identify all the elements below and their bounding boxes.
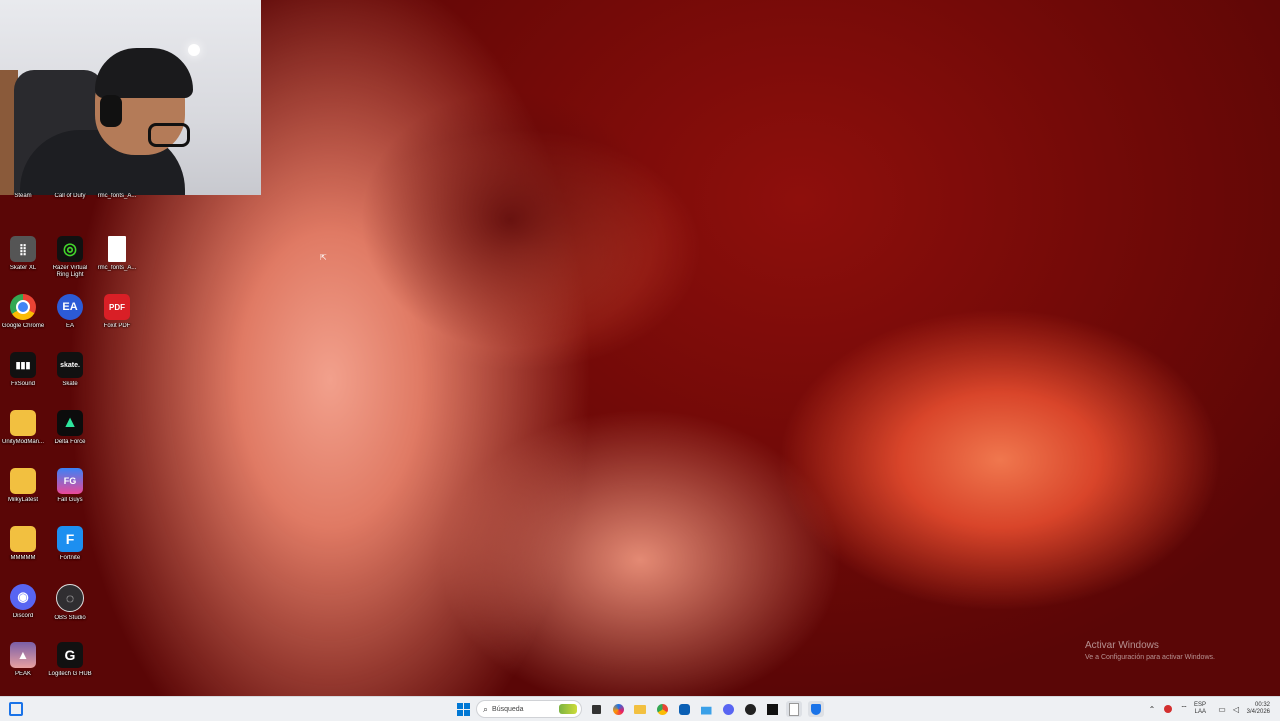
fortnite-icon: F xyxy=(57,526,83,552)
icon-label: Call of Duty xyxy=(54,193,86,199)
icon-label: Discord xyxy=(12,613,34,619)
icon-label: Logitech G HUB xyxy=(48,671,92,677)
ea-icon: EA xyxy=(57,294,83,320)
icon-label: rmc_fonts_A... xyxy=(97,265,137,271)
keyboard-layout: LAA xyxy=(1194,709,1207,715)
icon-label: Skate xyxy=(62,381,78,387)
discord-icon: ◉ xyxy=(10,584,36,610)
desktop-icon-milkylatest[interactable]: MilkyLatest xyxy=(0,468,46,524)
headset xyxy=(100,95,122,127)
icon-label: EA xyxy=(65,323,74,329)
icon-label: Foxit PDF xyxy=(103,323,131,329)
watermark-title: Activar Windows xyxy=(1085,640,1159,651)
skate-icon: skate. xyxy=(57,352,83,378)
wallpaper-shadow xyxy=(360,90,660,350)
obs-icon: ◌ xyxy=(56,584,84,612)
icon-label: Fall Guys xyxy=(57,497,83,503)
desktop-icon-unitymodmanager[interactable]: UnityModMan... xyxy=(0,410,46,466)
language-indicator[interactable]: ESP LAA xyxy=(1194,702,1206,716)
wifi-icon[interactable]: ⌔ xyxy=(1176,701,1192,717)
razer-icon: ◎ xyxy=(57,236,83,262)
start-icon[interactable] xyxy=(455,701,471,717)
folder-icon xyxy=(10,526,36,552)
icon-label: Skater XL xyxy=(9,265,37,271)
desktop-icon-mmmmm[interactable]: MMMMM xyxy=(0,526,46,582)
folder-icon xyxy=(10,410,36,436)
clock[interactable]: 00:32 3/4/2026 xyxy=(1240,702,1270,716)
chrome-icon[interactable] xyxy=(654,701,670,717)
fxsound-icon: ▮▮▮ xyxy=(10,352,36,378)
desktop-icon-chrome[interactable]: Google Chrome xyxy=(0,294,46,350)
glasses xyxy=(148,123,190,147)
desktop-icon-fall-guys[interactable]: FG Fall Guys xyxy=(47,468,93,524)
activation-watermark: Activar Windows Ve a Configuración para … xyxy=(1085,640,1215,661)
skater-xl-icon: ⣿ xyxy=(10,236,36,262)
chevron-up-icon[interactable]: ⌃ xyxy=(1144,701,1160,717)
notepad-taskbar-icon[interactable] xyxy=(786,701,802,717)
icon-label: Delta Force xyxy=(54,439,86,445)
file-explorer-icon[interactable] xyxy=(632,701,648,717)
desktop-icon-obs[interactable]: ◌ OBS Studio xyxy=(47,584,93,640)
widgets-icon[interactable] xyxy=(8,701,24,717)
peak-icon: ▲ xyxy=(10,642,36,668)
desktop-icon-logitech-ghub[interactable]: G Logitech G HUB xyxy=(47,642,93,698)
security-tray-icon[interactable] xyxy=(1160,701,1176,717)
desktop-icon-fortnite[interactable]: F Fortnite xyxy=(47,526,93,582)
search-icon: ⌕ xyxy=(483,703,489,714)
fall-guys-icon: FG xyxy=(57,468,83,494)
desktop-icon-fxsound[interactable]: ▮▮▮ FxSound xyxy=(0,352,46,408)
search-placeholder: Búsqueda xyxy=(492,705,524,713)
discord-taskbar-icon[interactable] xyxy=(720,701,736,717)
search-highlight-icon xyxy=(559,704,577,714)
clock-date: 3/4/2026 xyxy=(1246,709,1270,715)
shield-taskbar-icon[interactable] xyxy=(808,701,824,717)
fxsound-taskbar-icon[interactable] xyxy=(764,701,780,717)
delta-force-icon: ▲ xyxy=(57,410,83,436)
icon-label: MMMMM xyxy=(10,555,36,561)
pdf-icon: PDF xyxy=(104,294,130,320)
icon-label: OBS Studio xyxy=(54,615,86,621)
icon-label: PEAK xyxy=(14,671,31,677)
search-box[interactable]: ⌕ Búsqueda xyxy=(476,700,582,718)
obs-taskbar-icon[interactable] xyxy=(742,701,758,717)
person-hair xyxy=(95,48,193,98)
desktop-icon-ea[interactable]: EA EA xyxy=(47,294,93,350)
logitech-icon: G xyxy=(57,642,83,668)
folder-icon xyxy=(10,468,36,494)
desktop-icon-peak[interactable]: ▲ PEAK xyxy=(0,642,46,698)
store-icon[interactable] xyxy=(698,701,714,717)
ceiling-lamp xyxy=(188,44,200,56)
desktop-icon-pdf[interactable]: PDF Foxit PDF xyxy=(94,294,140,350)
desktop-icon-delta-force[interactable]: ▲ Delta Force xyxy=(47,410,93,466)
desktop-icon-skate[interactable]: skate. Skate xyxy=(47,352,93,408)
language-code: ESP xyxy=(1194,702,1207,708)
icon-label: UnityModMan... xyxy=(1,439,44,445)
taskbar: ⌕ Búsqueda ⌃ ⌔ ESP LAA ▭ ◁ 00:32 3/4/202… xyxy=(0,696,1280,721)
file-icon xyxy=(108,236,126,262)
icon-label: FxSound xyxy=(10,381,35,387)
task-view-icon[interactable] xyxy=(588,701,604,717)
icon-label: Razer Virtual Ring Light xyxy=(52,265,88,278)
watermark-subtitle: Ve a Configuración para activar Windows. xyxy=(1085,654,1215,661)
desktop-icon-razer-ring-light[interactable]: ◎ Razer Virtual Ring Light xyxy=(47,236,93,292)
desktop-icon-font-file-2[interactable]: rmc_fonts_A... xyxy=(94,236,140,292)
chrome-icon xyxy=(10,294,36,320)
mouse-cursor: ⇱ xyxy=(320,253,327,262)
icon-label: Steam xyxy=(14,193,32,199)
icon-label: rmc_fonts_A... xyxy=(97,193,137,199)
icon-label: Google Chrome xyxy=(1,323,45,329)
icon-label: Fortnite xyxy=(59,555,81,561)
icon-label: MilkyLatest xyxy=(7,497,38,503)
desktop-icon-discord[interactable]: ◉ Discord xyxy=(0,584,46,640)
webcam-overlay xyxy=(0,0,261,195)
clock-time: 00:32 xyxy=(1254,702,1270,708)
edge-icon[interactable] xyxy=(676,701,692,717)
desktop-icon-skater-xl[interactable]: ⣿ Skater XL xyxy=(0,236,46,292)
copilot-icon[interactable] xyxy=(610,701,626,717)
